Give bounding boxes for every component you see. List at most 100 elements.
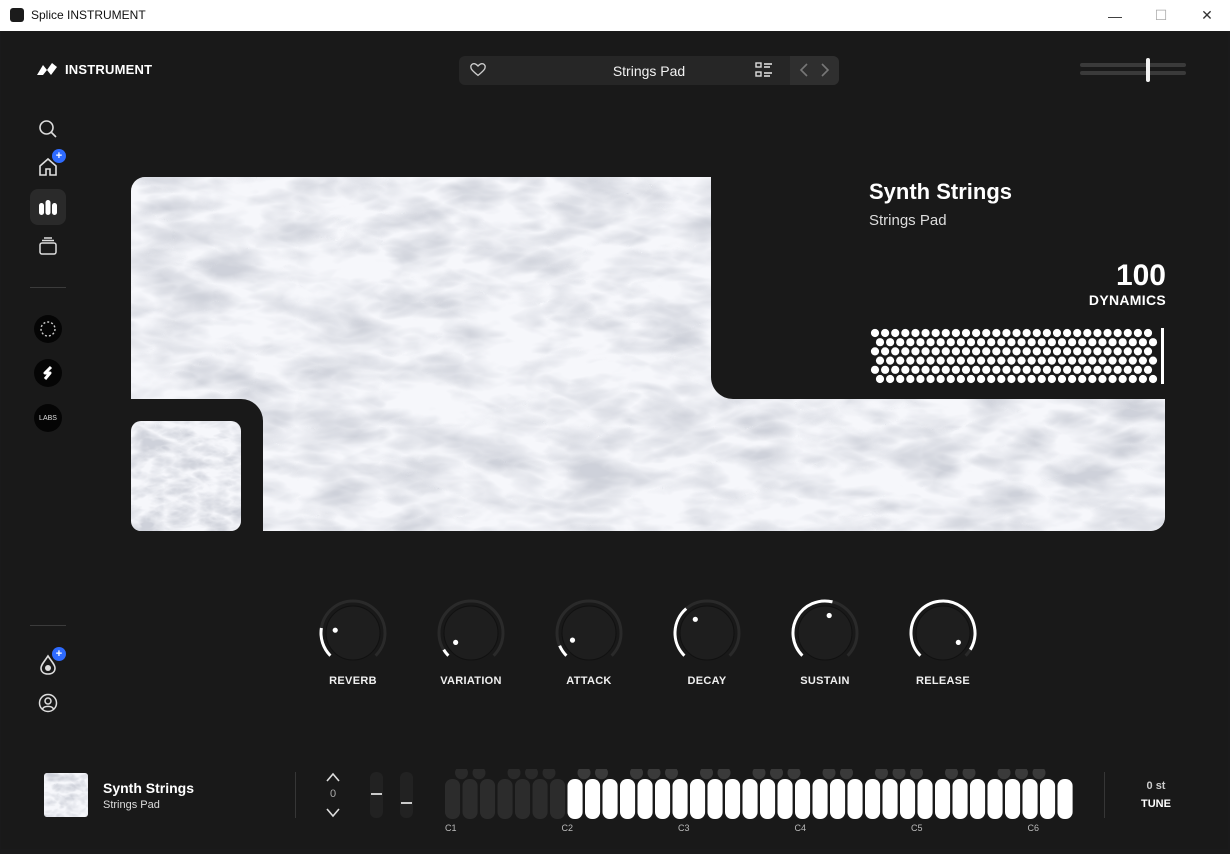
- preset-browser-bar[interactable]: Strings Pad: [459, 56, 839, 85]
- brand-logo[interactable]: INSTRUMENT: [35, 61, 152, 77]
- black-key[interactable]: [647, 769, 661, 780]
- black-key[interactable]: [962, 769, 976, 780]
- white-key[interactable]: [760, 779, 776, 819]
- volume-handle[interactable]: [1146, 58, 1150, 82]
- knob-sustain[interactable]: [789, 597, 861, 669]
- instruments-icon[interactable]: [30, 189, 66, 225]
- black-key[interactable]: [997, 769, 1011, 780]
- home-icon[interactable]: +: [36, 149, 66, 179]
- white-key[interactable]: [900, 779, 916, 819]
- black-key[interactable]: [840, 769, 853, 780]
- white-key[interactable]: [830, 779, 846, 819]
- white-key[interactable]: [480, 779, 496, 819]
- white-key[interactable]: [882, 779, 898, 819]
- white-key[interactable]: [935, 779, 951, 819]
- white-key[interactable]: [620, 779, 636, 819]
- tune-label[interactable]: TUNE: [1136, 798, 1176, 810]
- black-key[interactable]: [472, 769, 486, 780]
- white-key[interactable]: [1057, 779, 1073, 819]
- preset-name[interactable]: Strings Pad: [459, 63, 839, 79]
- black-key[interactable]: [455, 769, 468, 780]
- octave-up-chevron-icon[interactable]: [325, 770, 341, 784]
- white-key[interactable]: [847, 779, 863, 819]
- white-key[interactable]: [1005, 779, 1021, 819]
- dynamics-dot: [926, 356, 935, 365]
- close-button[interactable]: ✕: [1184, 0, 1230, 31]
- black-key[interactable]: [1015, 769, 1028, 780]
- knob-release[interactable]: [907, 597, 979, 669]
- black-key[interactable]: [630, 769, 643, 780]
- white-key[interactable]: [515, 779, 531, 819]
- white-key[interactable]: [1040, 779, 1056, 819]
- labs-icon[interactable]: LABS: [34, 404, 62, 432]
- account-icon[interactable]: [36, 691, 60, 715]
- black-key[interactable]: [507, 769, 521, 780]
- white-key[interactable]: [812, 779, 828, 819]
- white-key[interactable]: [462, 779, 478, 819]
- modulation-wheel[interactable]: [400, 772, 413, 818]
- white-key[interactable]: [987, 779, 1003, 819]
- black-key[interactable]: [595, 769, 608, 780]
- black-key[interactable]: [717, 769, 731, 780]
- black-key[interactable]: [875, 769, 888, 780]
- octave-down-chevron-icon[interactable]: [325, 806, 341, 820]
- white-key[interactable]: [497, 779, 513, 819]
- search-icon[interactable]: [36, 117, 60, 141]
- white-key[interactable]: [707, 779, 723, 819]
- knob-reverb[interactable]: [317, 597, 389, 669]
- library-icon[interactable]: [36, 234, 60, 258]
- black-key[interactable]: [1032, 769, 1046, 780]
- dynamics-dot-grid[interactable]: [869, 328, 1165, 384]
- black-key[interactable]: [770, 769, 783, 780]
- drop-icon[interactable]: +: [36, 647, 66, 677]
- white-key[interactable]: [637, 779, 653, 819]
- preset-list-icon[interactable]: [755, 62, 773, 78]
- white-key[interactable]: [567, 779, 583, 819]
- minimize-button[interactable]: —: [1092, 0, 1138, 31]
- dynamics-dot: [966, 356, 976, 365]
- splice-s-icon[interactable]: [34, 359, 62, 387]
- octave-label: C2: [561, 823, 574, 833]
- dynamics-dot: [1123, 347, 1132, 356]
- black-key[interactable]: [822, 769, 836, 780]
- white-key[interactable]: [585, 779, 601, 819]
- maximize-button[interactable]: ☐: [1138, 0, 1184, 31]
- white-key[interactable]: [690, 779, 706, 819]
- white-key[interactable]: [445, 779, 461, 819]
- sound-pack-dial-icon[interactable]: [34, 315, 62, 343]
- dynamics-dot: [1068, 374, 1077, 384]
- black-key[interactable]: [525, 769, 538, 780]
- white-key[interactable]: [655, 779, 671, 819]
- white-key[interactable]: [602, 779, 618, 819]
- black-key[interactable]: [752, 769, 766, 780]
- black-key[interactable]: [892, 769, 906, 780]
- next-preset-chevron-icon[interactable]: [815, 60, 835, 80]
- knob-attack[interactable]: [553, 597, 625, 669]
- white-key[interactable]: [795, 779, 811, 819]
- black-key[interactable]: [665, 769, 678, 780]
- dynamics-dot: [891, 347, 900, 356]
- master-volume-slider[interactable]: [1080, 58, 1188, 82]
- white-key[interactable]: [917, 779, 933, 819]
- knob-decay[interactable]: [671, 597, 743, 669]
- black-key[interactable]: [542, 769, 556, 780]
- white-key[interactable]: [777, 779, 793, 819]
- white-key[interactable]: [1022, 779, 1038, 819]
- knob-variation[interactable]: [435, 597, 507, 669]
- black-key[interactable]: [787, 769, 801, 780]
- white-key[interactable]: [672, 779, 688, 819]
- previous-preset-chevron-icon[interactable]: [794, 60, 814, 80]
- white-key[interactable]: [725, 779, 741, 819]
- white-key[interactable]: [532, 779, 548, 819]
- white-key[interactable]: [742, 779, 758, 819]
- black-key[interactable]: [577, 769, 591, 780]
- pitch-bend-wheel[interactable]: [370, 772, 383, 818]
- white-key[interactable]: [970, 779, 986, 819]
- white-key[interactable]: [952, 779, 968, 819]
- black-key[interactable]: [910, 769, 923, 780]
- black-key[interactable]: [700, 769, 713, 780]
- white-key[interactable]: [865, 779, 881, 819]
- piano-keyboard[interactable]: [444, 769, 1076, 829]
- black-key[interactable]: [945, 769, 958, 780]
- white-key[interactable]: [550, 779, 566, 819]
